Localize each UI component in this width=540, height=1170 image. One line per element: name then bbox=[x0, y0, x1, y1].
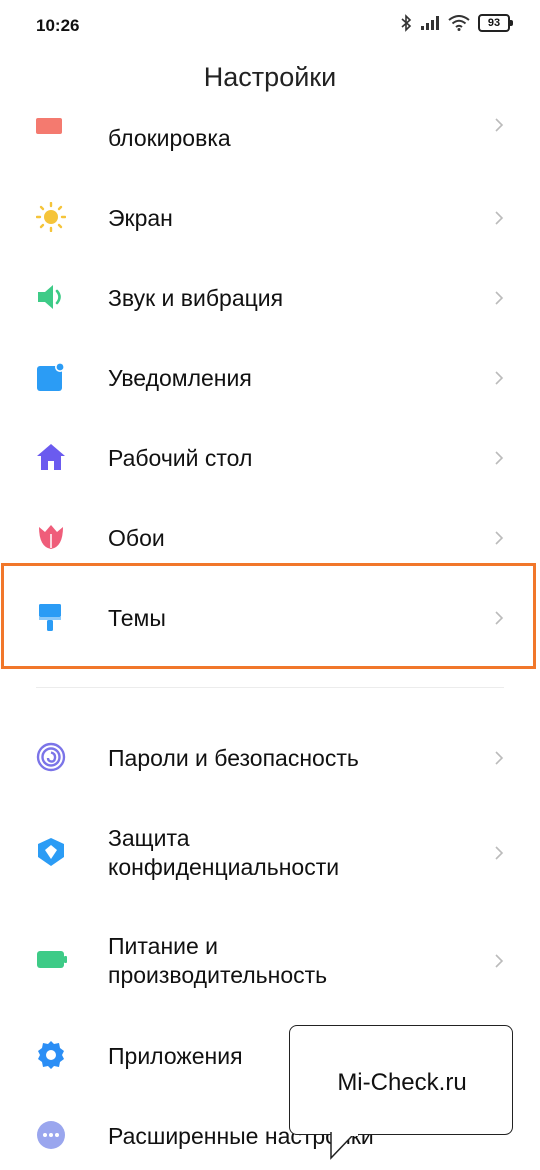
section-divider bbox=[36, 687, 504, 688]
bluetooth-icon bbox=[401, 14, 412, 32]
more-dots-icon bbox=[36, 1120, 66, 1150]
watermark-text: Mi-Check.ru bbox=[337, 1069, 467, 1096]
settings-item-label: Звук и вибрация bbox=[108, 285, 284, 311]
status-bar: 10:26 93 bbox=[0, 0, 540, 52]
settings-item-desktop[interactable]: Рабочий стол bbox=[0, 418, 540, 498]
chevron-right-icon bbox=[495, 846, 504, 860]
highlight-frame bbox=[1, 563, 536, 669]
settings-item-security[interactable]: Пароли и безопасность bbox=[0, 718, 540, 798]
gear-icon bbox=[36, 1040, 66, 1070]
settings-item-battery[interactable]: Питание и производительность bbox=[0, 916, 540, 1016]
chevron-right-icon bbox=[495, 954, 504, 968]
settings-item-lock[interactable]: блокировка bbox=[0, 110, 540, 170]
lock-icon bbox=[36, 118, 66, 138]
settings-item-label: блокировка bbox=[108, 125, 231, 151]
wifi-icon bbox=[448, 15, 470, 31]
settings-item-sound[interactable]: Звук и вибрация bbox=[0, 258, 540, 338]
settings-item-label: Пароли и безопасность bbox=[108, 745, 359, 771]
settings-item-screen[interactable]: Экран bbox=[0, 178, 540, 258]
settings-item-label: Экран bbox=[108, 205, 173, 231]
tulip-icon bbox=[36, 522, 66, 552]
page-title: Настройки bbox=[203, 62, 337, 92]
battery-status-icon bbox=[36, 945, 67, 975]
status-time: 10:26 bbox=[36, 16, 80, 35]
chevron-right-icon bbox=[495, 211, 504, 225]
label-line-1: Защита bbox=[108, 825, 190, 851]
settings-item-privacy[interactable]: Защита конфиденциальности bbox=[0, 808, 540, 908]
label-line-2: конфиденциальности bbox=[108, 854, 340, 880]
signal-icon bbox=[421, 16, 439, 30]
chevron-right-icon bbox=[495, 371, 504, 385]
home-icon bbox=[36, 442, 66, 472]
settings-item-label: Уведомления bbox=[108, 365, 252, 391]
fingerprint-icon bbox=[36, 742, 66, 772]
settings-item-notifications[interactable]: Уведомления bbox=[0, 338, 540, 418]
speaker-icon bbox=[36, 282, 66, 312]
battery-level: 93 bbox=[487, 17, 501, 29]
notification-icon bbox=[36, 362, 66, 392]
chevron-right-icon bbox=[495, 118, 504, 132]
chevron-right-icon bbox=[495, 291, 504, 305]
shield-icon bbox=[36, 837, 66, 867]
status-icons: 93 bbox=[400, 14, 513, 32]
label-line-1: Питание и bbox=[108, 933, 219, 959]
chevron-right-icon bbox=[495, 531, 504, 545]
settings-item-label: Рабочий стол bbox=[108, 445, 253, 471]
settings-item-label: Приложения bbox=[108, 1043, 243, 1069]
battery-icon: 93 bbox=[478, 14, 513, 32]
settings-item-label: Защита конфиденциальности bbox=[108, 824, 458, 882]
chevron-right-icon bbox=[495, 751, 504, 765]
settings-item-label: Обои bbox=[108, 525, 165, 551]
chevron-right-icon bbox=[495, 451, 504, 465]
settings-item-label: Питание и производительность bbox=[108, 932, 458, 990]
sun-icon bbox=[35, 201, 67, 233]
watermark-callout: Mi-Check.ru bbox=[289, 1025, 513, 1135]
label-line-2: производительность bbox=[108, 962, 328, 988]
callout-tail bbox=[330, 1132, 358, 1160]
